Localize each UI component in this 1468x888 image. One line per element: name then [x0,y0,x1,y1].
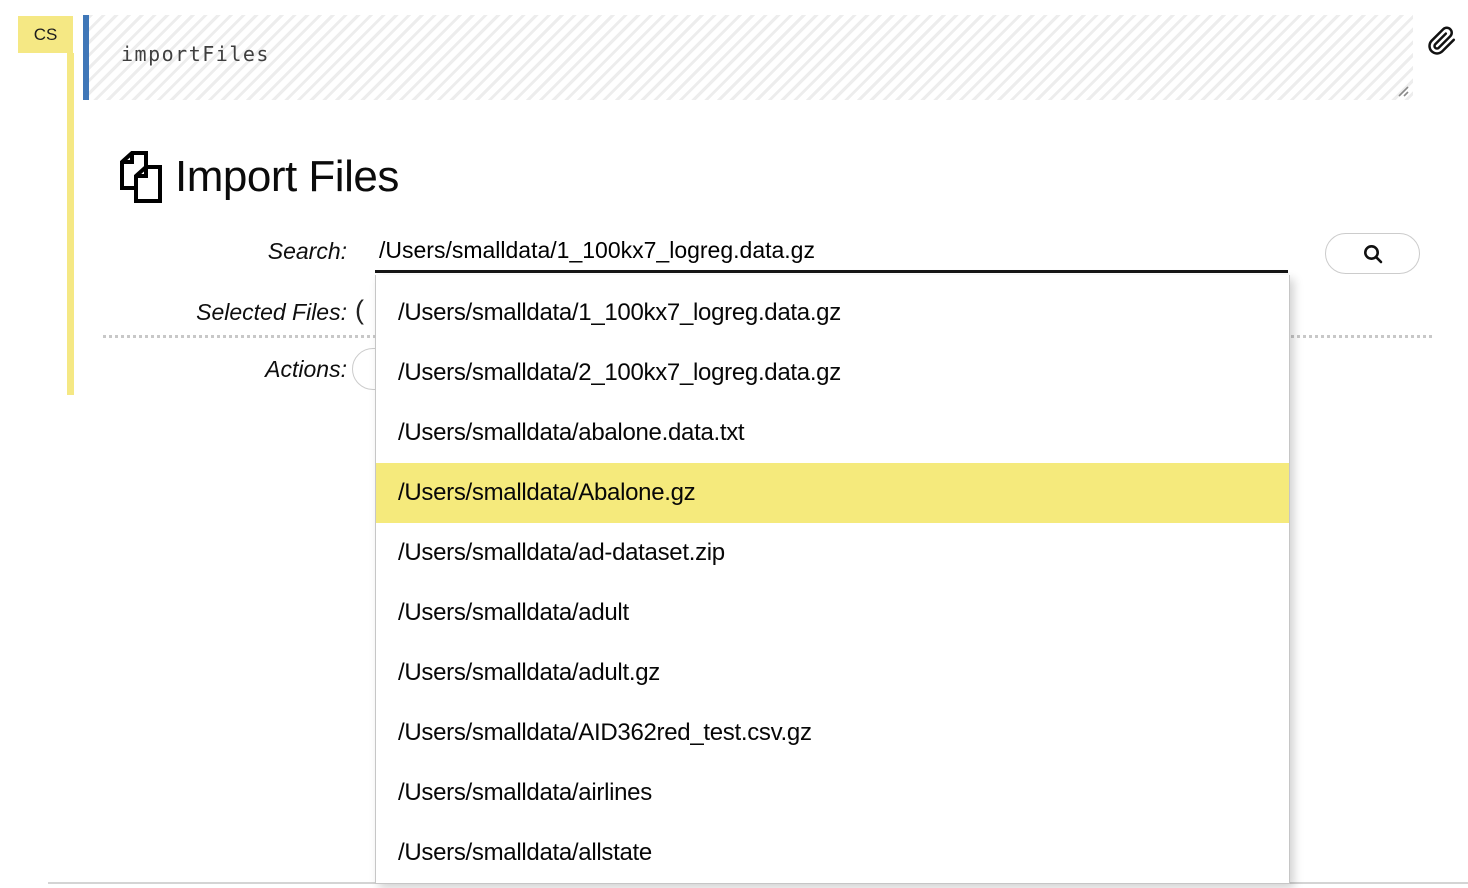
file-path-label: /Users/smalldata/airlines [398,779,652,807]
files-icon [110,150,162,204]
cell-type-badge[interactable]: CS [18,16,73,53]
file-suggestions-dropdown: /Users/smalldata/1_100kx7_logreg.data.gz… [375,275,1290,884]
dropdown-file-option[interactable]: /Users/smalldata/allstate [376,823,1289,883]
search-icon [1362,243,1384,265]
dropdown-file-option[interactable]: /Users/smalldata/airlines [376,763,1289,823]
dropdown-file-option[interactable]: /Users/smalldata/ad-dataset.zip [376,523,1289,583]
dropdown-file-option[interactable]: /Users/smalldata/adult.gz [376,643,1289,703]
search-label: Search: [0,238,347,265]
attachment-paperclip-icon[interactable] [1427,26,1457,56]
file-path-label: /Users/smalldata/AID362red_test.csv.gz [398,719,812,747]
file-path-label: /Users/smalldata/allstate [398,839,652,867]
dropdown-file-option[interactable]: /Users/smalldata/adult [376,583,1289,643]
file-path-label: /Users/smalldata/abalone.data.txt [398,419,744,447]
selected-files-label: Selected Files: [0,299,347,326]
search-input[interactable] [375,233,1288,273]
file-path-label: /Users/smalldata/ad-dataset.zip [398,539,725,567]
page-title: Import Files [110,150,399,204]
search-button[interactable] [1325,233,1420,274]
file-path-label: /Users/smalldata/2_100kx7_logreg.data.gz [398,359,841,387]
file-path-label: /Users/smalldata/Abalone.gz [398,479,695,507]
code-text: importFiles [121,42,270,66]
page-title-text: Import Files [175,152,399,202]
code-cell-input[interactable]: importFiles [83,15,1413,100]
dropdown-file-option[interactable]: /Users/smalldata/Abalone.gz [376,463,1289,523]
dropdown-file-option[interactable]: /Users/smalldata/2_100kx7_logreg.data.gz [376,343,1289,403]
file-path-label: /Users/smalldata/1_100kx7_logreg.data.gz [398,299,841,327]
actions-label: Actions: [0,356,347,383]
dropdown-file-option[interactable]: /Users/smalldata/abalone.data.txt [376,403,1289,463]
resize-handle-icon[interactable] [1394,82,1410,98]
file-path-label: /Users/smalldata/adult [398,599,629,627]
dropdown-file-option[interactable]: /Users/smalldata/AID362red_test.csv.gz [376,703,1289,763]
dropdown-file-option[interactable]: /Users/smalldata/1_100kx7_logreg.data.gz [376,283,1289,343]
selected-files-paren: ( [355,295,364,326]
cell-selection-strip [67,53,74,395]
file-path-label: /Users/smalldata/adult.gz [398,659,660,687]
